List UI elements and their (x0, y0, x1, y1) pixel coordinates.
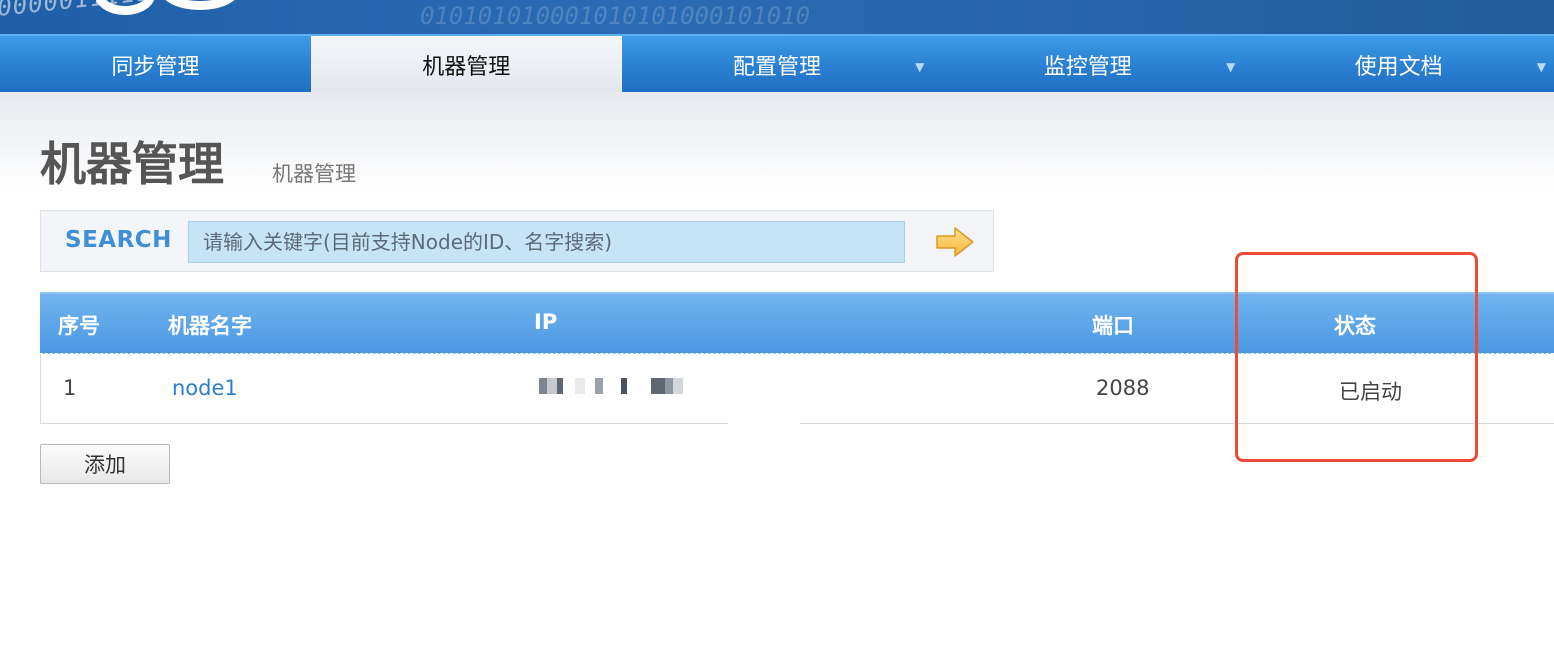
main-nav: 同步管理 机器管理 配置管理 ▼ 监控管理 ▼ 使用文档 ▼ (0, 34, 1554, 92)
header-name: 机器名字 (168, 314, 252, 338)
divider-gap (728, 420, 800, 426)
nav-item-label: 监控管理 (1043, 55, 1132, 80)
search-input[interactable] (188, 221, 905, 263)
nav-item-label: 机器管理 (422, 55, 511, 80)
top-banner: 00000111111111000 0101010100010101010001… (0, 0, 1554, 34)
cell-ip-redacted (539, 378, 689, 398)
nav-item-sync[interactable]: 同步管理 (0, 36, 311, 92)
logo-mark (160, 0, 240, 10)
binary-background-text-2: 010101010001010101000101010 (420, 2, 811, 30)
cell-name-link[interactable]: node1 (172, 376, 238, 400)
nav-item-label: 同步管理 (111, 55, 200, 80)
logo-mark-left (95, 0, 155, 15)
nav-item-machines[interactable]: 机器管理 (310, 36, 622, 92)
header-gradient (0, 92, 1554, 192)
cell-port: 2088 (1096, 376, 1150, 400)
arrow-right-icon[interactable] (935, 225, 975, 259)
caret-down-icon: ▼ (1536, 60, 1546, 74)
header-index: 序号 (58, 314, 100, 338)
nav-item-config[interactable]: 配置管理 ▼ (622, 36, 933, 92)
page-title: 机器管理 (40, 137, 224, 191)
add-button[interactable]: 添加 (40, 444, 170, 484)
search-label: SEARCH (65, 227, 172, 253)
caret-down-icon: ▼ (915, 60, 925, 74)
nav-item-docs[interactable]: 使用文档 ▼ (1243, 36, 1554, 92)
header-port: 端口 (1092, 314, 1134, 338)
cell-index: 1 (63, 376, 77, 400)
nav-item-label: 配置管理 (732, 55, 821, 80)
nav-item-monitor[interactable]: 监控管理 ▼ (932, 36, 1243, 92)
search-bar: SEARCH (40, 210, 994, 272)
status-highlight-box (1235, 252, 1478, 462)
header-ip: IP (534, 310, 558, 334)
caret-down-icon: ▼ (1225, 60, 1236, 74)
page-breadcrumb: 机器管理 (272, 162, 356, 186)
nav-item-label: 使用文档 (1354, 55, 1443, 80)
